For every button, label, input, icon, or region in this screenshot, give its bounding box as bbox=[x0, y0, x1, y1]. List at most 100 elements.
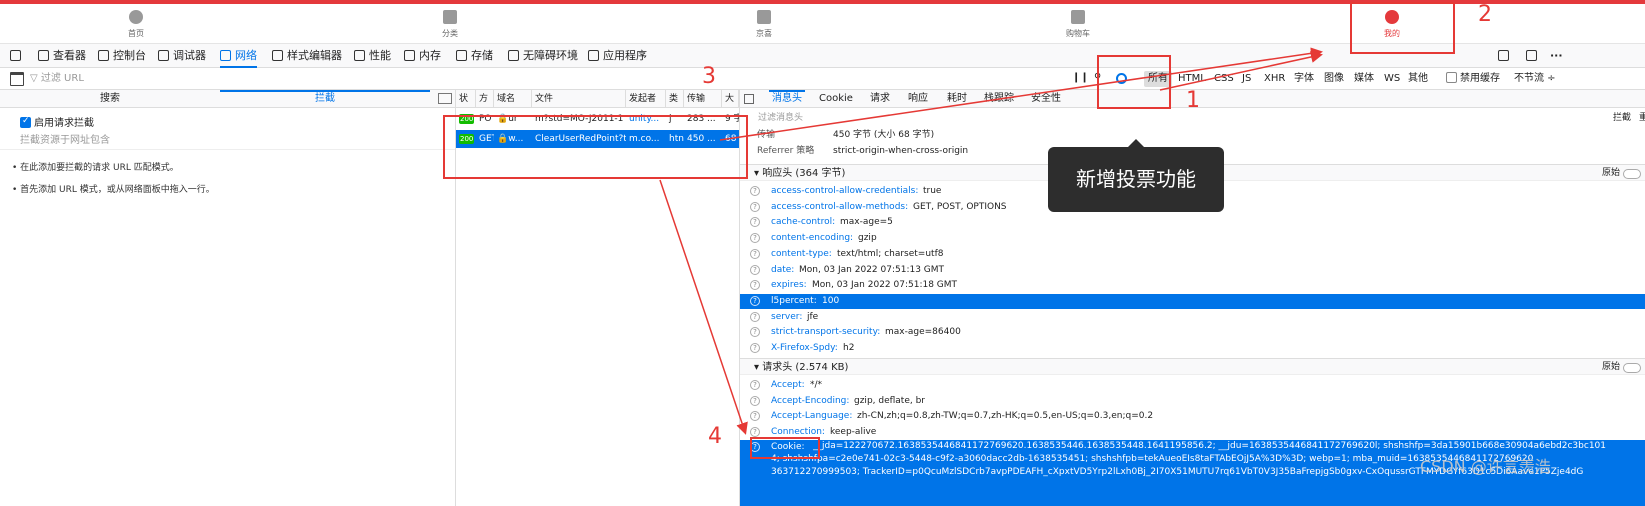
tab-network[interactable]: 网络 bbox=[220, 44, 257, 68]
more-icon[interactable]: ··· bbox=[1550, 44, 1563, 68]
tab-performance[interactable]: 性能 bbox=[354, 44, 391, 68]
intercept-panel: 搜索 拦截 启用请求拦截 拦截资源于网址包含 • 在此添加要拦截的请求 URL … bbox=[0, 90, 456, 506]
tab-cookie[interactable]: Cookie bbox=[819, 90, 853, 108]
tab-storage[interactable]: 存储 bbox=[456, 44, 493, 68]
header-row[interactable]: ? Accept-Encoding: gzip, deflate, br bbox=[740, 394, 1645, 409]
tab-accessibility[interactable]: 无障碍环境 bbox=[508, 44, 578, 68]
help-icon: ? bbox=[750, 343, 760, 353]
popout-icon[interactable] bbox=[1526, 44, 1541, 68]
header-key: access-control-allow-credentials: bbox=[771, 186, 919, 196]
tab-security[interactable]: 安全性 bbox=[1031, 90, 1061, 108]
column-domain[interactable]: 域名 bbox=[494, 90, 532, 108]
column-type[interactable]: 类 bbox=[666, 90, 684, 108]
dock-icon[interactable] bbox=[1498, 44, 1513, 68]
header-value: true bbox=[923, 186, 942, 196]
help-icon: ? bbox=[750, 295, 760, 306]
filter-type-css[interactable]: CSS bbox=[1210, 71, 1238, 87]
header-value: Mon, 03 Jan 2022 07:51:13 GMT bbox=[799, 264, 945, 275]
jingxi-icon bbox=[757, 10, 771, 24]
column-status[interactable]: 状 bbox=[456, 90, 476, 108]
tab-timings[interactable]: 耗时 bbox=[947, 90, 967, 108]
resend-button[interactable]: 重发 bbox=[1639, 110, 1645, 126]
intercept-url-input[interactable]: 拦截资源于网址包含 bbox=[0, 132, 455, 150]
column-initiator[interactable]: 发起者 bbox=[626, 90, 666, 108]
column-size[interactable]: 大 bbox=[722, 90, 739, 108]
header-key: Accept-Encoding: bbox=[771, 395, 850, 406]
annotation-number-4: 4 bbox=[708, 424, 722, 449]
filter-type-font[interactable]: 字体 bbox=[1290, 71, 1318, 87]
enable-intercept-checkbox[interactable]: 启用请求拦截 bbox=[20, 114, 94, 129]
left-panel-tabs: 搜索 拦截 bbox=[0, 90, 455, 108]
header-row[interactable]: ? Connection: keep-alive bbox=[740, 425, 1645, 440]
filter-type-html[interactable]: HTML bbox=[1174, 71, 1210, 87]
tab-search[interactable]: 搜索 bbox=[0, 90, 220, 108]
tab-intercept[interactable]: 拦截 bbox=[220, 90, 430, 108]
header-row[interactable]: ? expires: Mon, 03 Jan 2022 07:51:18 GMT bbox=[740, 278, 1645, 293]
tab-application[interactable]: 应用程序 bbox=[588, 44, 647, 68]
performance-icon bbox=[354, 50, 365, 61]
header-key: date: bbox=[771, 264, 795, 275]
mobile-nav-home[interactable]: 首页 bbox=[96, 10, 176, 39]
close-panel-icon[interactable] bbox=[438, 93, 452, 104]
header-value: max-age=86400 bbox=[885, 327, 961, 338]
tab-headers[interactable]: 消息头 bbox=[769, 90, 805, 108]
tab-console[interactable]: 控制台 bbox=[98, 44, 146, 68]
mobile-nav-jingxi[interactable]: 京喜 bbox=[724, 10, 804, 39]
annotation-box-3 bbox=[443, 115, 748, 179]
tab-inspector[interactable]: 查看器 bbox=[38, 44, 86, 68]
header-row[interactable]: ? content-encoding: gzip bbox=[740, 231, 1645, 246]
header-row[interactable]: ? content-type: text/html; charset=utf8 bbox=[740, 247, 1645, 262]
tab-memory[interactable]: 内存 bbox=[404, 44, 441, 68]
tab-stack-trace[interactable]: 栈跟踪 bbox=[984, 90, 1014, 108]
filter-type-xhr[interactable]: XHR bbox=[1260, 71, 1289, 87]
header-row[interactable]: ? strict-transport-security: max-age=86400 bbox=[740, 325, 1645, 340]
tab-request[interactable]: 请求 bbox=[870, 90, 890, 108]
request-headers-section[interactable]: ▾ 请求头 (2.574 KB) 原始 bbox=[740, 358, 1645, 375]
tab-debugger[interactable]: 调试器 bbox=[158, 44, 206, 68]
tab-response[interactable]: 响应 bbox=[908, 90, 928, 108]
category-icon bbox=[443, 10, 457, 24]
pick-element-icon[interactable] bbox=[10, 44, 25, 68]
column-file[interactable]: 文件 bbox=[532, 90, 626, 108]
raw-toggle[interactable] bbox=[1623, 363, 1641, 373]
mobile-nav-cart[interactable]: 购物车 bbox=[1038, 10, 1118, 39]
annotation-box-2 bbox=[1350, 2, 1455, 54]
column-transfer[interactable]: 传输 bbox=[684, 90, 722, 108]
header-row[interactable]: ? l5percent: 100 bbox=[740, 293, 1645, 309]
header-value: gzip, deflate, br bbox=[854, 395, 926, 406]
header-row[interactable]: ? X-Firefox-Spdy: h2 bbox=[740, 341, 1645, 356]
trash-icon[interactable] bbox=[10, 72, 24, 86]
help-icon: ? bbox=[750, 186, 760, 196]
pause-icon[interactable]: ❙❙ bbox=[1072, 72, 1089, 86]
header-row[interactable]: ? date: Mon, 03 Jan 2022 07:51:13 GMT bbox=[740, 263, 1645, 278]
intercept-tip: • 在此添加要拦截的请求 URL 匹配模式。 bbox=[12, 163, 179, 173]
filter-type-ws[interactable]: WS bbox=[1380, 71, 1404, 87]
help-icon: ? bbox=[750, 427, 760, 438]
header-row[interactable]: ? cache-control: max-age=5 bbox=[740, 215, 1645, 230]
header-value: text/html; charset=utf8 bbox=[837, 248, 944, 259]
help-icon: ? bbox=[750, 264, 760, 275]
disable-cache-checkbox[interactable]: 禁用缓存 bbox=[1442, 71, 1504, 87]
header-row[interactable]: ? Accept: */* bbox=[740, 378, 1645, 393]
mobile-nav-category[interactable]: 分类 bbox=[410, 10, 490, 39]
header-key: expires: bbox=[771, 280, 807, 291]
tab-style-editor[interactable]: 样式编辑器 bbox=[272, 44, 342, 68]
header-row[interactable]: ? server: jfe bbox=[740, 310, 1645, 325]
raw-toggle[interactable] bbox=[1623, 169, 1641, 179]
intercept-button[interactable]: 拦截 bbox=[1613, 110, 1631, 126]
summary-transfer: 传输 450 字节 (大小 68 字节) bbox=[757, 130, 935, 140]
filter-type-image[interactable]: 图像 bbox=[1320, 71, 1348, 87]
toggle-sidebar-icon[interactable] bbox=[744, 94, 754, 104]
raw-label: 原始 bbox=[1601, 362, 1620, 372]
filter-type-js[interactable]: JS bbox=[1238, 71, 1255, 87]
filter-type-media[interactable]: 媒体 bbox=[1350, 71, 1378, 87]
annotation-number-3: 3 bbox=[702, 64, 716, 89]
annotation-number-1: 1 bbox=[1186, 88, 1200, 113]
throttle-select[interactable]: 不节流 ÷ bbox=[1510, 71, 1560, 87]
filter-type-other[interactable]: 其他 bbox=[1404, 71, 1432, 87]
header-value: max-age=5 bbox=[840, 217, 893, 228]
help-icon: ? bbox=[750, 411, 760, 422]
column-method[interactable]: 方 bbox=[476, 90, 494, 108]
annotation-box-4 bbox=[750, 437, 820, 459]
header-row[interactable]: ? Accept-Language: zh-CN,zh;q=0.8,zh-TW;q=… bbox=[740, 409, 1645, 424]
